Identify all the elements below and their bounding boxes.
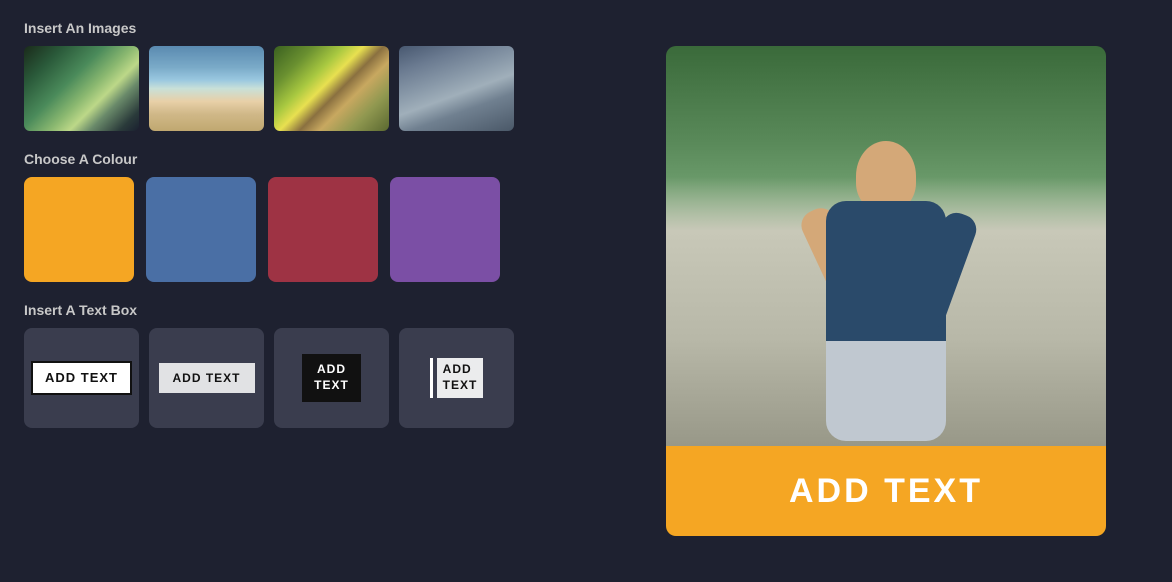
left-panel: Insert An Images Choose A Colour Insert …: [0, 0, 600, 582]
colour-swatch-orange[interactable]: [24, 177, 134, 282]
textbox-label-4: ADDTEXT: [437, 358, 484, 397]
image-thumb-4[interactable]: [399, 46, 514, 131]
choose-colour-section: Choose A Colour: [24, 151, 576, 282]
textbox-label-3: ADDTEXT: [314, 362, 349, 393]
insert-textbox-section: Insert A Text Box ADD TEXT ADD TEXT ADDT…: [24, 302, 576, 428]
colour-swatch-red[interactable]: [268, 177, 378, 282]
textbox-option-2[interactable]: ADD TEXT: [149, 328, 264, 428]
textbox-grid: ADD TEXT ADD TEXT ADDTEXT ADDTEXT: [24, 328, 576, 428]
image-thumb-1[interactable]: [24, 46, 139, 131]
textbox-bar: [430, 358, 433, 398]
canvas-figure: [796, 141, 976, 451]
textbox-label-2: ADD TEXT: [173, 371, 241, 385]
insert-textbox-title: Insert A Text Box: [24, 302, 576, 318]
image-thumb-2[interactable]: [149, 46, 264, 131]
colour-swatch-purple[interactable]: [390, 177, 500, 282]
insert-images-section: Insert An Images: [24, 20, 576, 131]
right-panel: ADD TEXT: [600, 0, 1172, 582]
insert-images-title: Insert An Images: [24, 20, 576, 36]
textbox-label-1: ADD TEXT: [45, 370, 118, 385]
textbox-preview-3: ADDTEXT: [302, 354, 361, 401]
canvas-overlay-text: ADD TEXT: [789, 472, 983, 511]
textbox-option-3[interactable]: ADDTEXT: [274, 328, 389, 428]
textbox-preview-4: ADDTEXT: [430, 358, 484, 398]
image-thumb-3[interactable]: [274, 46, 389, 131]
choose-colour-title: Choose A Colour: [24, 151, 576, 167]
images-grid: [24, 46, 576, 131]
colours-grid: [24, 177, 576, 282]
textbox-option-4[interactable]: ADDTEXT: [399, 328, 514, 428]
canvas-text-overlay[interactable]: ADD TEXT: [666, 446, 1106, 536]
canvas-pants: [826, 341, 946, 441]
textbox-option-1[interactable]: ADD TEXT: [24, 328, 139, 428]
textbox-preview-1: ADD TEXT: [31, 361, 132, 395]
textbox-preview-2: ADD TEXT: [159, 363, 255, 393]
colour-swatch-blue[interactable]: [146, 177, 256, 282]
canvas-preview[interactable]: ADD TEXT: [666, 46, 1106, 536]
